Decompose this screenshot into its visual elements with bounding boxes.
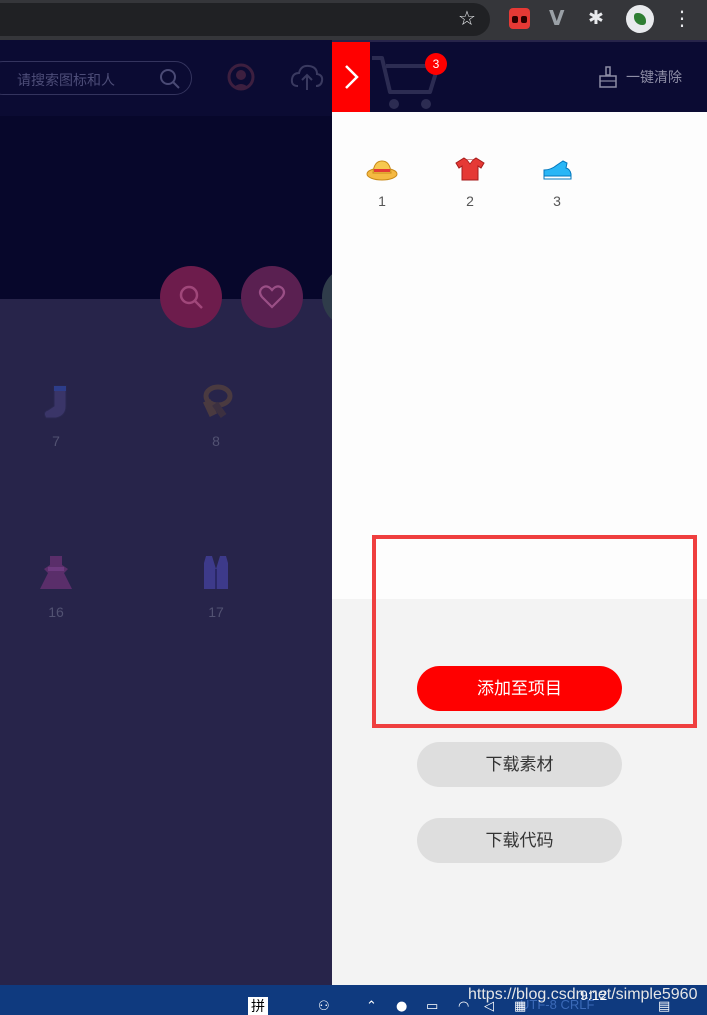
cart-item[interactable]: 3 — [532, 156, 582, 209]
search-placeholder: 请搜索图标和人 — [17, 72, 115, 88]
cart-item[interactable]: 2 — [445, 156, 495, 209]
clear-all-label: 一键清除 — [626, 69, 682, 85]
search-icon — [179, 285, 203, 309]
cart-item-label: 1 — [378, 193, 386, 209]
grid-item-label: 7 — [52, 433, 60, 449]
search-circle-button[interactable] — [160, 266, 222, 328]
heart-icon — [258, 285, 286, 309]
cart-panel-header: 3 一键清除 — [332, 42, 707, 112]
grid-item[interactable]: 7 — [26, 382, 86, 449]
tshirt-icon — [455, 157, 485, 181]
collapse-panel-button[interactable] — [332, 42, 370, 112]
download-code-button[interactable]: 下载代码 — [417, 818, 622, 863]
grid-item-label: 8 — [212, 433, 220, 449]
cart-item-label: 3 — [553, 193, 561, 209]
grid-item[interactable]: 8 — [186, 382, 246, 449]
user-icon[interactable] — [226, 62, 256, 94]
watermark-url: https://blog.csdn.net/simple5960 — [468, 986, 698, 1003]
vue-devtools-icon[interactable]: V — [549, 6, 564, 30]
page-background: 请搜索图标和人 7 8 16 17 — [0, 40, 384, 985]
favorite-circle-button[interactable] — [241, 266, 303, 328]
broom-icon — [599, 66, 617, 88]
extension-red-icon[interactable] — [509, 8, 530, 29]
search-icon[interactable] — [159, 68, 181, 90]
vest-icon — [204, 556, 228, 589]
chevron-right-icon — [345, 65, 359, 89]
browser-toolbar: ☆ V ✱ ⋮ — [0, 0, 707, 40]
search-input[interactable]: 请搜索图标和人 — [0, 61, 192, 95]
ime-indicator[interactable]: 拼 — [248, 997, 268, 1015]
cart-item[interactable]: 1 — [357, 156, 407, 209]
straw-hat-icon — [366, 160, 398, 181]
upload-cloud-icon[interactable] — [290, 62, 324, 92]
power-icon[interactable]: ▭ — [426, 999, 438, 1015]
grid-item-label: 16 — [48, 604, 64, 620]
cart-count-badge: 3 — [425, 53, 447, 75]
grid-item-label: 17 — [208, 604, 224, 620]
qq-icon[interactable]: ● — [396, 999, 407, 1015]
browser-menu-icon[interactable]: ⋮ — [672, 5, 692, 31]
dress-icon — [40, 556, 72, 589]
taskbar: UTF-8 CRLF 拼 ⚇ ⌃ ● ▭ ◠ ◁ ▦ 9:12 ▤ https:… — [0, 985, 707, 1015]
address-bar[interactable] — [0, 3, 490, 36]
scarf-icon — [202, 384, 233, 419]
clear-all-button[interactable]: 一键清除 — [598, 66, 682, 88]
cart-items-area: 1 2 3 — [332, 112, 707, 599]
cart-item-label: 2 — [466, 193, 474, 209]
chevron-up-icon[interactable]: ⌃ — [366, 999, 377, 1015]
bookmark-star-icon[interactable]: ☆ — [458, 6, 476, 30]
extensions-puzzle-icon[interactable]: ✱ — [588, 6, 604, 30]
profile-avatar[interactable] — [626, 5, 654, 33]
grid-item[interactable]: 16 — [26, 553, 86, 620]
highlight-annotation-box — [372, 535, 697, 728]
sneaker-icon — [543, 160, 572, 180]
grid-item[interactable]: 17 — [186, 553, 246, 620]
network-share-icon[interactable]: ⚇ — [318, 999, 330, 1015]
sock-icon — [43, 385, 67, 419]
site-header: 请搜索图标和人 — [0, 40, 332, 116]
download-assets-button[interactable]: 下载素材 — [417, 742, 622, 787]
